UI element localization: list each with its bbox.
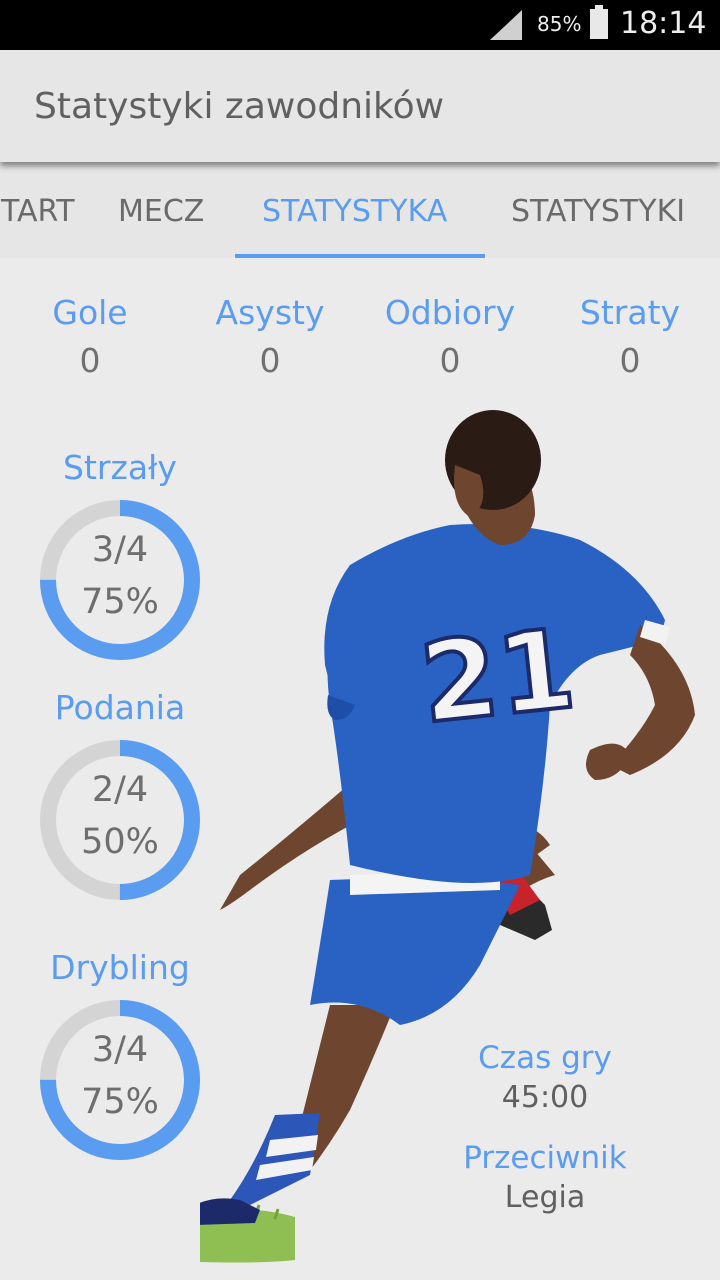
play-time-label: Czas gry: [478, 1040, 612, 1076]
player-image: 21: [200, 410, 695, 1263]
battery-percent: 85%: [537, 12, 582, 36]
tab-mecz[interactable]: MECZ: [118, 194, 204, 229]
stat-value: 0: [619, 341, 641, 380]
clock: 18:14: [620, 6, 707, 41]
stat-tackles: Odbiory 0: [365, 295, 535, 379]
passes-label: Podania: [54, 688, 186, 727]
app-bar: Statystyki zawodników: [0, 50, 720, 162]
play-time-value: 45:00: [501, 1080, 589, 1115]
stat-turnovers: Straty 0: [545, 295, 715, 379]
dribbling-ring: 3/4 75%: [40, 1000, 200, 1160]
stat-value: 0: [79, 341, 101, 380]
shots-label: Strzały: [63, 448, 177, 487]
battery-icon: [590, 5, 608, 39]
stat-label: Odbiory: [384, 293, 516, 332]
ring-fraction: 3/4: [91, 530, 149, 570]
tab-statystyka[interactable]: STATYSTYKA: [262, 194, 447, 229]
shots-ring: 3/4 75%: [40, 500, 200, 660]
play-time: Czas gry 45:00: [460, 1040, 630, 1115]
ring-fraction: 2/4: [91, 770, 149, 810]
tab-bar: START MECZ STATYSTYKA STATYSTYKI: [0, 162, 720, 258]
stat-value: 0: [259, 341, 281, 380]
passes-ring: 2/4 50%: [40, 740, 200, 900]
opponent-label: Przeciwnik: [463, 1140, 627, 1176]
stat-goals: Gole 0: [5, 295, 175, 379]
stat-label: Gole: [52, 293, 128, 332]
opponent: Przeciwnik Legia: [460, 1140, 630, 1215]
signal-icon: [490, 10, 522, 40]
stat-label: Straty: [579, 293, 681, 332]
dribbling-label: Drybling: [50, 948, 190, 987]
stat-value: 0: [439, 341, 461, 380]
tab-indicator: [235, 254, 485, 258]
stat-label: Asysty: [215, 293, 325, 332]
stat-assists: Asysty 0: [185, 295, 355, 379]
opponent-value: Legia: [504, 1180, 586, 1215]
ring-fraction: 3/4: [91, 1030, 149, 1070]
page-title: Statystyki zawodników: [34, 86, 445, 127]
ring-percent: 50%: [81, 822, 159, 862]
ring-percent: 75%: [81, 582, 159, 622]
tab-statystyki[interactable]: STATYSTYKI: [511, 194, 685, 229]
tab-start[interactable]: START: [0, 194, 75, 229]
status-bar: 85% 18:14: [0, 0, 720, 50]
ring-percent: 75%: [81, 1082, 159, 1122]
shirt-number: 21: [415, 605, 581, 748]
